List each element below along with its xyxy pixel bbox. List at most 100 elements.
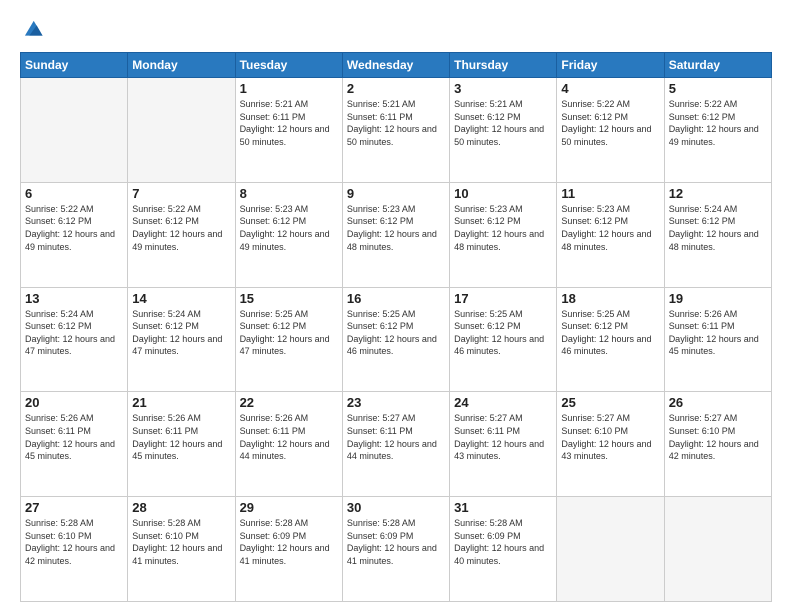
calendar-cell: 14 Sunrise: 5:24 AMSunset: 6:12 PMDayligh… bbox=[128, 287, 235, 392]
day-detail: Sunrise: 5:25 AMSunset: 6:12 PMDaylight:… bbox=[240, 308, 338, 358]
calendar-cell bbox=[21, 78, 128, 183]
calendar-cell: 15 Sunrise: 5:25 AMSunset: 6:12 PMDayligh… bbox=[235, 287, 342, 392]
day-number: 25 bbox=[561, 395, 659, 410]
day-number: 26 bbox=[669, 395, 767, 410]
calendar-cell: 2 Sunrise: 5:21 AMSunset: 6:11 PMDaylight… bbox=[342, 78, 449, 183]
day-detail: Sunrise: 5:28 AMSunset: 6:09 PMDaylight:… bbox=[454, 517, 552, 567]
day-detail: Sunrise: 5:28 AMSunset: 6:10 PMDaylight:… bbox=[132, 517, 230, 567]
day-number: 16 bbox=[347, 291, 445, 306]
calendar-cell: 29 Sunrise: 5:28 AMSunset: 6:09 PMDayligh… bbox=[235, 497, 342, 602]
calendar-cell: 13 Sunrise: 5:24 AMSunset: 6:12 PMDayligh… bbox=[21, 287, 128, 392]
day-of-week-sunday: Sunday bbox=[21, 53, 128, 78]
day-detail: Sunrise: 5:26 AMSunset: 6:11 PMDaylight:… bbox=[132, 412, 230, 462]
day-detail: Sunrise: 5:25 AMSunset: 6:12 PMDaylight:… bbox=[347, 308, 445, 358]
day-number: 13 bbox=[25, 291, 123, 306]
day-of-week-thursday: Thursday bbox=[450, 53, 557, 78]
calendar-cell: 21 Sunrise: 5:26 AMSunset: 6:11 PMDayligh… bbox=[128, 392, 235, 497]
day-detail: Sunrise: 5:24 AMSunset: 6:12 PMDaylight:… bbox=[132, 308, 230, 358]
day-number: 29 bbox=[240, 500, 338, 515]
day-number: 30 bbox=[347, 500, 445, 515]
day-number: 28 bbox=[132, 500, 230, 515]
day-number: 9 bbox=[347, 186, 445, 201]
day-detail: Sunrise: 5:27 AMSunset: 6:10 PMDaylight:… bbox=[669, 412, 767, 462]
calendar-cell: 27 Sunrise: 5:28 AMSunset: 6:10 PMDayligh… bbox=[21, 497, 128, 602]
day-number: 11 bbox=[561, 186, 659, 201]
calendar-cell: 30 Sunrise: 5:28 AMSunset: 6:09 PMDayligh… bbox=[342, 497, 449, 602]
calendar: SundayMondayTuesdayWednesdayThursdayFrid… bbox=[20, 52, 772, 602]
header bbox=[20, 18, 772, 42]
day-detail: Sunrise: 5:26 AMSunset: 6:11 PMDaylight:… bbox=[240, 412, 338, 462]
day-detail: Sunrise: 5:25 AMSunset: 6:12 PMDaylight:… bbox=[454, 308, 552, 358]
day-detail: Sunrise: 5:23 AMSunset: 6:12 PMDaylight:… bbox=[454, 203, 552, 253]
day-number: 24 bbox=[454, 395, 552, 410]
calendar-cell: 31 Sunrise: 5:28 AMSunset: 6:09 PMDayligh… bbox=[450, 497, 557, 602]
calendar-cell: 19 Sunrise: 5:26 AMSunset: 6:11 PMDayligh… bbox=[664, 287, 771, 392]
calendar-week-row: 13 Sunrise: 5:24 AMSunset: 6:12 PMDayligh… bbox=[21, 287, 772, 392]
day-number: 15 bbox=[240, 291, 338, 306]
day-detail: Sunrise: 5:27 AMSunset: 6:11 PMDaylight:… bbox=[347, 412, 445, 462]
day-detail: Sunrise: 5:23 AMSunset: 6:12 PMDaylight:… bbox=[561, 203, 659, 253]
calendar-cell: 3 Sunrise: 5:21 AMSunset: 6:12 PMDaylight… bbox=[450, 78, 557, 183]
day-number: 19 bbox=[669, 291, 767, 306]
day-number: 22 bbox=[240, 395, 338, 410]
calendar-cell: 5 Sunrise: 5:22 AMSunset: 6:12 PMDaylight… bbox=[664, 78, 771, 183]
day-of-week-tuesday: Tuesday bbox=[235, 53, 342, 78]
day-detail: Sunrise: 5:28 AMSunset: 6:09 PMDaylight:… bbox=[347, 517, 445, 567]
day-detail: Sunrise: 5:27 AMSunset: 6:10 PMDaylight:… bbox=[561, 412, 659, 462]
day-number: 27 bbox=[25, 500, 123, 515]
day-number: 7 bbox=[132, 186, 230, 201]
calendar-cell: 8Sunrise: 5:23 AMSunset: 6:12 PMDaylight… bbox=[235, 182, 342, 287]
calendar-cell bbox=[557, 497, 664, 602]
day-number: 31 bbox=[454, 500, 552, 515]
day-number: 12 bbox=[669, 186, 767, 201]
day-number: 14 bbox=[132, 291, 230, 306]
day-number: 2 bbox=[347, 81, 445, 96]
day-detail: Sunrise: 5:24 AMSunset: 6:12 PMDaylight:… bbox=[25, 308, 123, 358]
day-detail: Sunrise: 5:26 AMSunset: 6:11 PMDaylight:… bbox=[25, 412, 123, 462]
day-of-week-wednesday: Wednesday bbox=[342, 53, 449, 78]
day-number: 3 bbox=[454, 81, 552, 96]
calendar-cell: 4Sunrise: 5:22 AMSunset: 6:12 PMDaylight… bbox=[557, 78, 664, 183]
day-of-week-saturday: Saturday bbox=[664, 53, 771, 78]
day-of-week-friday: Friday bbox=[557, 53, 664, 78]
day-detail: Sunrise: 5:21 AMSunset: 6:12 PMDaylight:… bbox=[454, 98, 552, 148]
day-detail: Sunrise: 5:21 AMSunset: 6:11 PMDaylight:… bbox=[347, 98, 445, 148]
calendar-cell: 10 Sunrise: 5:23 AMSunset: 6:12 PMDayligh… bbox=[450, 182, 557, 287]
calendar-header-row: SundayMondayTuesdayWednesdayThursdayFrid… bbox=[21, 53, 772, 78]
day-number: 18 bbox=[561, 291, 659, 306]
logo bbox=[20, 18, 44, 42]
day-detail: Sunrise: 5:24 AMSunset: 6:12 PMDaylight:… bbox=[669, 203, 767, 253]
day-of-week-monday: Monday bbox=[128, 53, 235, 78]
calendar-cell bbox=[664, 497, 771, 602]
calendar-week-row: 6 Sunrise: 5:22 AMSunset: 6:12 PMDaylight… bbox=[21, 182, 772, 287]
day-number: 17 bbox=[454, 291, 552, 306]
day-detail: Sunrise: 5:23 AMSunset: 6:12 PMDaylight:… bbox=[347, 203, 445, 253]
day-detail: Sunrise: 5:21 AMSunset: 6:11 PMDaylight:… bbox=[240, 98, 338, 148]
day-detail: Sunrise: 5:28 AMSunset: 6:09 PMDaylight:… bbox=[240, 517, 338, 567]
calendar-week-row: 27 Sunrise: 5:28 AMSunset: 6:10 PMDayligh… bbox=[21, 497, 772, 602]
calendar-cell: 7 Sunrise: 5:22 AMSunset: 6:12 PMDaylight… bbox=[128, 182, 235, 287]
day-detail: Sunrise: 5:22 AMSunset: 6:12 PMDaylight:… bbox=[669, 98, 767, 148]
day-number: 1 bbox=[240, 81, 338, 96]
calendar-week-row: 20 Sunrise: 5:26 AMSunset: 6:11 PMDayligh… bbox=[21, 392, 772, 497]
calendar-cell: 18Sunrise: 5:25 AMSunset: 6:12 PMDayligh… bbox=[557, 287, 664, 392]
day-detail: Sunrise: 5:28 AMSunset: 6:10 PMDaylight:… bbox=[25, 517, 123, 567]
day-detail: Sunrise: 5:22 AMSunset: 6:12 PMDaylight:… bbox=[132, 203, 230, 253]
day-number: 20 bbox=[25, 395, 123, 410]
calendar-cell: 1 Sunrise: 5:21 AMSunset: 6:11 PMDaylight… bbox=[235, 78, 342, 183]
day-detail: Sunrise: 5:27 AMSunset: 6:11 PMDaylight:… bbox=[454, 412, 552, 462]
day-number: 21 bbox=[132, 395, 230, 410]
day-number: 10 bbox=[454, 186, 552, 201]
day-number: 5 bbox=[669, 81, 767, 96]
day-number: 6 bbox=[25, 186, 123, 201]
day-number: 23 bbox=[347, 395, 445, 410]
day-detail: Sunrise: 5:23 AMSunset: 6:12 PMDaylight:… bbox=[240, 203, 338, 253]
calendar-cell: 17 Sunrise: 5:25 AMSunset: 6:12 PMDayligh… bbox=[450, 287, 557, 392]
calendar-cell: 6Sunrise: 5:22 AMSunset: 6:12 PMDaylight… bbox=[21, 182, 128, 287]
calendar-cell: 16 Sunrise: 5:25 AMSunset: 6:12 PMDayligh… bbox=[342, 287, 449, 392]
day-detail: Sunrise: 5:22 AMSunset: 6:12 PMDaylight:… bbox=[561, 98, 659, 148]
calendar-cell: 22 Sunrise: 5:26 AMSunset: 6:11 PMDayligh… bbox=[235, 392, 342, 497]
day-detail: Sunrise: 5:26 AMSunset: 6:11 PMDaylight:… bbox=[669, 308, 767, 358]
calendar-cell: 24 Sunrise: 5:27 AMSunset: 6:11 PMDayligh… bbox=[450, 392, 557, 497]
calendar-cell: 28 Sunrise: 5:28 AMSunset: 6:10 PMDayligh… bbox=[128, 497, 235, 602]
